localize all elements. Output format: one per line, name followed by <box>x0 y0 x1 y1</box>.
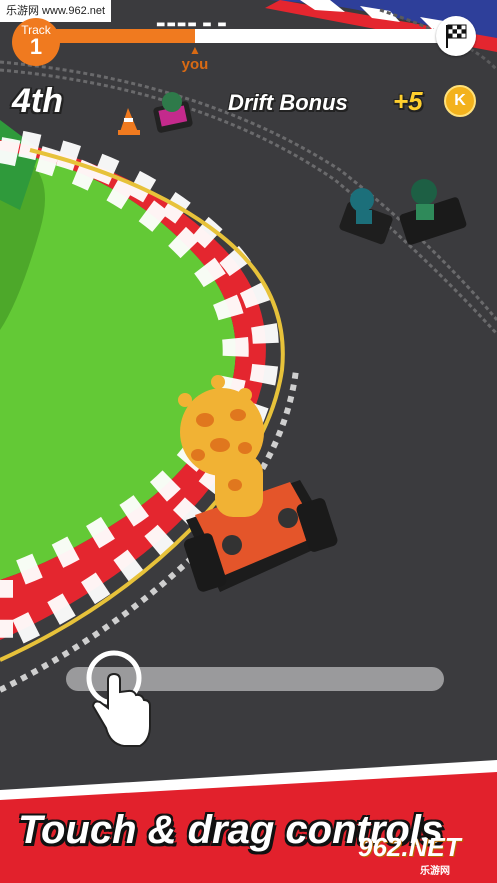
drift-bonus-label: Drift Bonus <box>228 90 348 115</box>
k-coin-icon: K <box>444 85 476 117</box>
checkered-flag-icon <box>436 16 476 56</box>
pointing-hand-icon <box>86 650 151 747</box>
drift-bonus-value: +5 <box>393 86 423 116</box>
rival-progress-markers: ▬▬▬▬ ▬ ▬ <box>156 19 228 30</box>
race-scene <box>0 0 497 883</box>
player-marker-label: you <box>181 56 209 73</box>
player-progress-marker: ▲ you <box>175 44 215 73</box>
watermark-logo: 962.NET <box>358 832 461 862</box>
marker-arrow-icon: ▲ <box>189 43 201 57</box>
track-number: 1 <box>29 34 43 59</box>
watermark-top: 乐游网 www.962.net <box>0 0 112 22</box>
race-position: 4th <box>12 82 63 120</box>
watermark-bottom: 962.NET 乐游网 <box>358 832 461 877</box>
watermark-sub: 乐游网 <box>420 866 450 877</box>
track-badge: Track 1 <box>12 18 60 66</box>
